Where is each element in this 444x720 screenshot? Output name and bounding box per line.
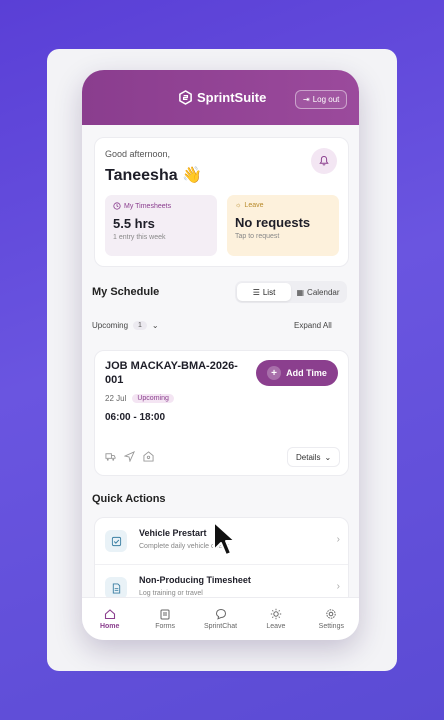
- clipboard-icon: [160, 609, 170, 620]
- user-name: Taneesha: [105, 167, 178, 184]
- nav-label: Leave: [266, 623, 286, 630]
- leave-card[interactable]: ☼ Leave No requests Tap to request: [227, 195, 339, 256]
- wave-emoji: 👋: [182, 167, 202, 184]
- details-button[interactable]: Details ⌄: [287, 447, 341, 467]
- brand-icon: [179, 90, 192, 105]
- job-title: JOB MACKAY-BMA-2026-001: [105, 360, 238, 386]
- nav-label: Home: [99, 623, 120, 630]
- view-calendar-label: Calendar: [307, 287, 340, 297]
- list-icon: ☰: [252, 287, 260, 297]
- mouse-cursor: [213, 521, 236, 556]
- nav-forms[interactable]: Forms: [137, 598, 192, 640]
- greeting-card: Good afternoon, Taneesha 👋 My Timesheets…: [94, 137, 349, 267]
- home-icon: [104, 609, 115, 620]
- brand-name: SprintSuite: [197, 90, 267, 105]
- location-icon[interactable]: [143, 451, 154, 462]
- quick-action-name: Non-Producing Timesheet: [139, 575, 251, 585]
- job-card: JOB MACKAY-BMA-2026-001 + Add Time 22 Ju…: [94, 350, 349, 476]
- greeting-subtitle: Good afternoon,: [105, 149, 171, 159]
- document-icon: [105, 577, 127, 599]
- nav-leave[interactable]: Leave: [248, 598, 303, 640]
- app-header: SprintSuite ⇥ Log out: [82, 70, 359, 125]
- leave-value: No requests: [235, 215, 311, 230]
- status-badge: Upcoming: [132, 394, 174, 403]
- details-label: Details: [296, 452, 321, 462]
- timesheets-value: 5.5 hrs: [113, 216, 155, 231]
- nav-sprintchat[interactable]: SprintChat: [193, 598, 248, 640]
- greeting-name: Taneesha 👋: [105, 165, 202, 185]
- notifications-button[interactable]: [311, 148, 337, 174]
- leave-label-row: ☼ Leave: [235, 202, 331, 209]
- chevron-down-icon: ⌄: [151, 321, 159, 330]
- upcoming-count: 1: [133, 321, 147, 330]
- nav-label: SprintChat: [203, 623, 238, 630]
- job-date-row: 22 Jul Upcoming: [105, 394, 174, 403]
- upcoming-label: Upcoming: [92, 321, 129, 330]
- view-toggle: ☰ List ▦ Calendar: [235, 281, 347, 303]
- expand-all-button[interactable]: Expand All: [294, 321, 332, 330]
- bottom-nav: Home Forms SprintChat Leave Settings: [82, 597, 359, 640]
- logout-button[interactable]: ⇥ Log out: [295, 90, 348, 109]
- nav-settings[interactable]: Settings: [304, 598, 359, 640]
- job-time: 06:00 - 18:00: [105, 412, 166, 423]
- view-list-label: List: [262, 287, 276, 297]
- job-action-icons: [105, 451, 154, 462]
- calendar-icon: ▦: [296, 287, 305, 297]
- sun-icon: [270, 608, 282, 620]
- logout-icon: ⇥: [303, 95, 310, 104]
- nav-home[interactable]: Home: [82, 598, 137, 640]
- checklist-icon: [105, 530, 127, 552]
- clock-icon: [113, 202, 121, 210]
- navigation-icon[interactable]: [124, 451, 135, 462]
- quick-action-name: Vehicle Prestart: [139, 528, 207, 538]
- timesheets-card[interactable]: My Timesheets 5.5 hrs 1 entry this week: [105, 195, 217, 256]
- timesheets-label-row: My Timesheets: [113, 202, 209, 210]
- add-time-button[interactable]: + Add Time: [256, 360, 338, 386]
- truck-icon[interactable]: [105, 451, 116, 462]
- gear-icon: [326, 609, 337, 619]
- upcoming-filter[interactable]: Upcoming 1 ⌄: [92, 321, 159, 330]
- chat-icon: [215, 608, 226, 620]
- timesheets-label: My Timesheets: [124, 202, 172, 210]
- chevron-down-icon: ⌄: [324, 452, 332, 462]
- leave-sub: Tap to request: [235, 233, 280, 240]
- schedule-title: My Schedule: [92, 286, 160, 298]
- leave-label: Leave: [244, 202, 264, 209]
- plus-icon: +: [267, 366, 282, 380]
- view-calendar-button[interactable]: ▦ Calendar: [291, 283, 345, 301]
- job-date: 22 Jul: [105, 394, 127, 403]
- nav-label: Settings: [318, 623, 344, 630]
- bell-icon: [319, 156, 329, 166]
- view-list-button[interactable]: ☰ List: [237, 283, 291, 301]
- add-time-label: Add Time: [286, 368, 327, 378]
- chevron-right-icon: ›: [336, 534, 340, 545]
- logout-label: Log out: [312, 95, 340, 104]
- brand-logo: SprintSuite: [178, 90, 266, 105]
- quick-action-desc: Log training or travel: [139, 590, 203, 597]
- timesheets-sub: 1 entry this week: [113, 234, 166, 241]
- sun-icon: ☼: [235, 202, 242, 209]
- nav-label: Forms: [155, 623, 176, 630]
- quick-actions-title: Quick Actions: [92, 493, 166, 505]
- chevron-right-icon: ›: [336, 581, 340, 592]
